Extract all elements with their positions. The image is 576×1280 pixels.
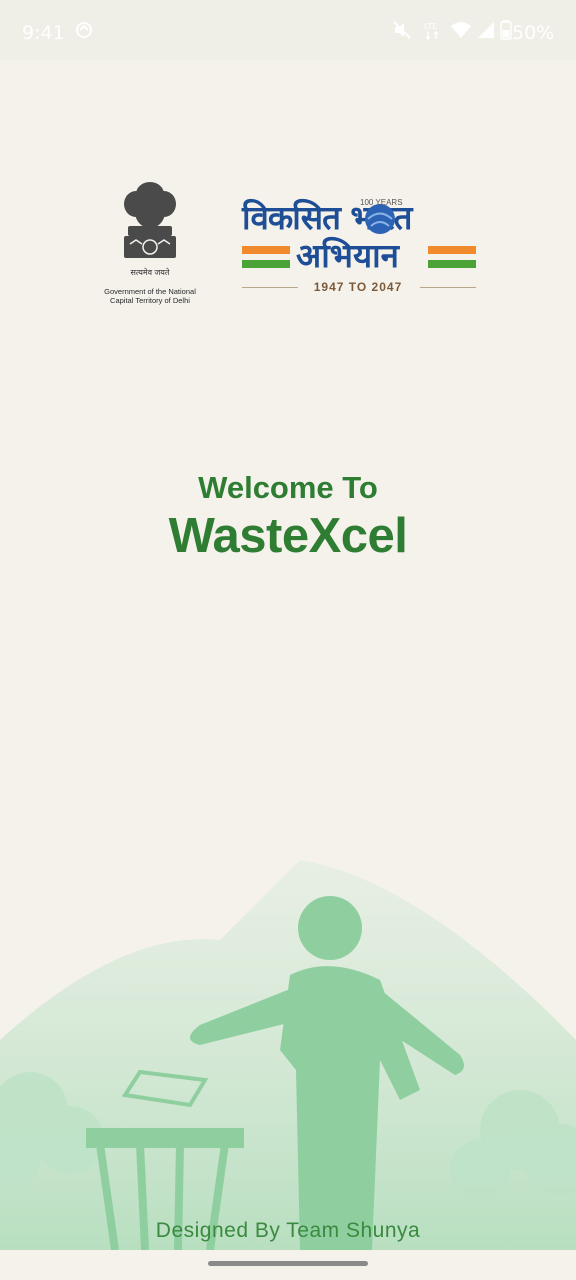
tricolor-stripe-left-saffron <box>242 246 290 254</box>
home-gesture-bar[interactable] <box>208 1261 368 1266</box>
vba-badge: 100 YEARS <box>360 198 403 207</box>
welcome-heading: Welcome To <box>198 470 378 505</box>
status-time: 9:41 <box>22 22 65 44</box>
data-icon: LTE <box>424 20 446 46</box>
wifi-icon <box>450 20 472 46</box>
mute-icon <box>392 20 412 46</box>
battery-percent: 50% <box>512 22 555 44</box>
footer-credit: Designed By Team Shunya <box>155 1219 421 1242</box>
status-bar: 9:41 LTE 50% <box>0 0 576 60</box>
tricolor-stripe-right-saffron <box>428 246 476 254</box>
svg-text:LTE: LTE <box>424 22 437 31</box>
app-title: WasteXcel <box>168 509 408 563</box>
emblem-caption: Government of the National Capital Terri… <box>85 287 215 305</box>
battery-icon <box>500 20 512 46</box>
emblem-motto: सत्यमेव जयते <box>130 268 170 277</box>
signal-icon <box>476 20 496 46</box>
globe-icon <box>365 204 395 234</box>
tricolor-stripe-right-green <box>428 260 476 268</box>
recycling-illustration <box>0 860 576 1250</box>
tricolor-stripe-left-green <box>242 260 290 268</box>
viksit-bharat-logo: विकसित भारत 100 YEARS अभियान 1947 TO 204… <box>238 190 483 300</box>
divider <box>420 287 476 288</box>
vba-subtitle: अभियान <box>296 236 399 275</box>
sync-icon <box>74 20 94 46</box>
emblem-caption-line2: Capital Territory of Delhi <box>110 296 190 305</box>
emblem-caption-line1: Government of the National <box>104 287 196 296</box>
